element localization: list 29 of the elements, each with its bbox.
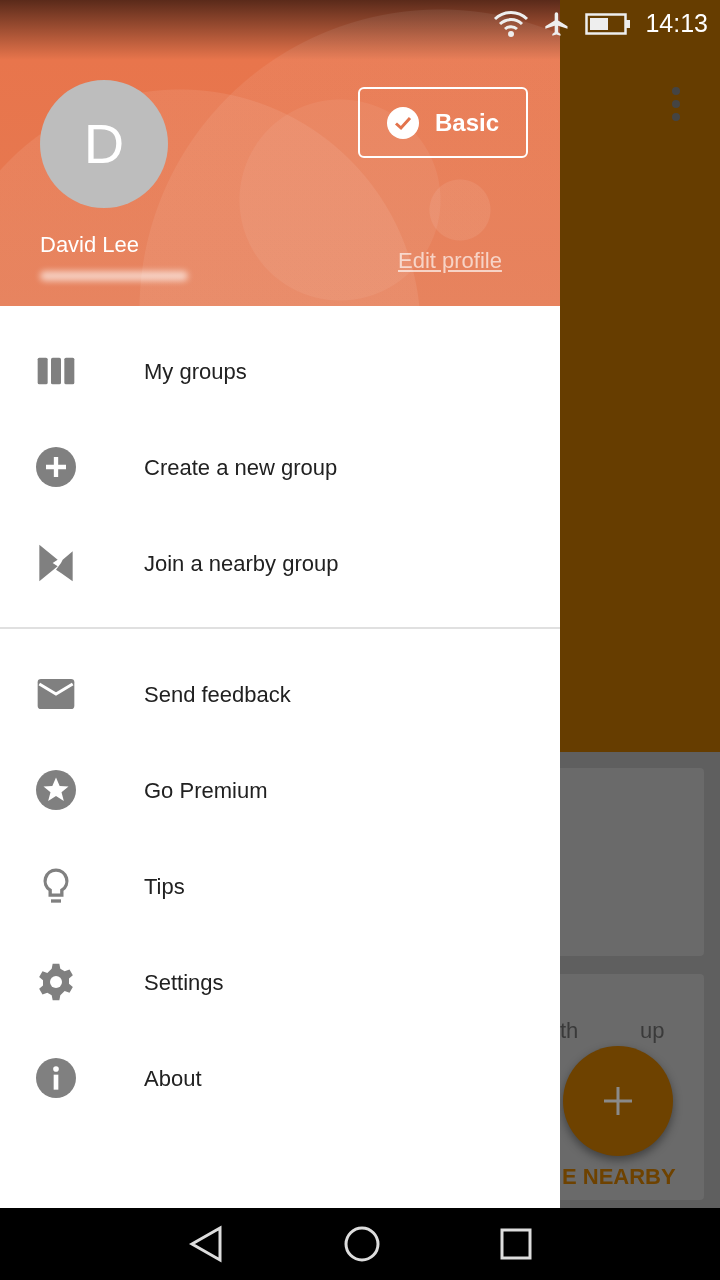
recent-apps-icon[interactable] <box>500 1228 532 1260</box>
menu-item[interactable]: My groups <box>0 323 560 419</box>
menu-item-label: About <box>144 1064 202 1093</box>
home-icon[interactable] <box>344 1226 380 1262</box>
add-circle-icon <box>36 447 76 487</box>
wifi-icon <box>493 10 530 38</box>
battery-icon <box>585 12 632 36</box>
menu-item[interactable]: Tips <box>0 838 560 934</box>
menu-item[interactable]: Join a nearby group <box>0 515 560 611</box>
menu-item-label: Send feedback <box>144 680 291 709</box>
menu-item[interactable]: Send feedback <box>0 646 560 742</box>
back-icon[interactable] <box>188 1225 224 1263</box>
menu-item[interactable]: Go Premium <box>0 742 560 838</box>
clock-time: 14:13 <box>645 8 708 40</box>
info-icon <box>36 1058 76 1098</box>
avatar: D <box>40 80 168 208</box>
menu-item-label: Go Premium <box>144 776 268 805</box>
menu-item[interactable]: Settings <box>0 934 560 1030</box>
menu-item[interactable]: About <box>0 1030 560 1126</box>
menu-item-label: Settings <box>144 968 224 997</box>
join-icon <box>36 543 76 583</box>
menu-item-label: Create a new group <box>144 453 338 482</box>
menu-item-label: My groups <box>144 357 247 386</box>
menu-item-label: Tips <box>144 872 185 901</box>
menu-item[interactable]: Create a new group <box>0 419 560 515</box>
user-name: David Lee <box>40 231 140 259</box>
plus-icon <box>603 1086 633 1116</box>
menu-item-label: Join a nearby group <box>144 549 339 578</box>
settings-icon <box>36 962 76 1002</box>
